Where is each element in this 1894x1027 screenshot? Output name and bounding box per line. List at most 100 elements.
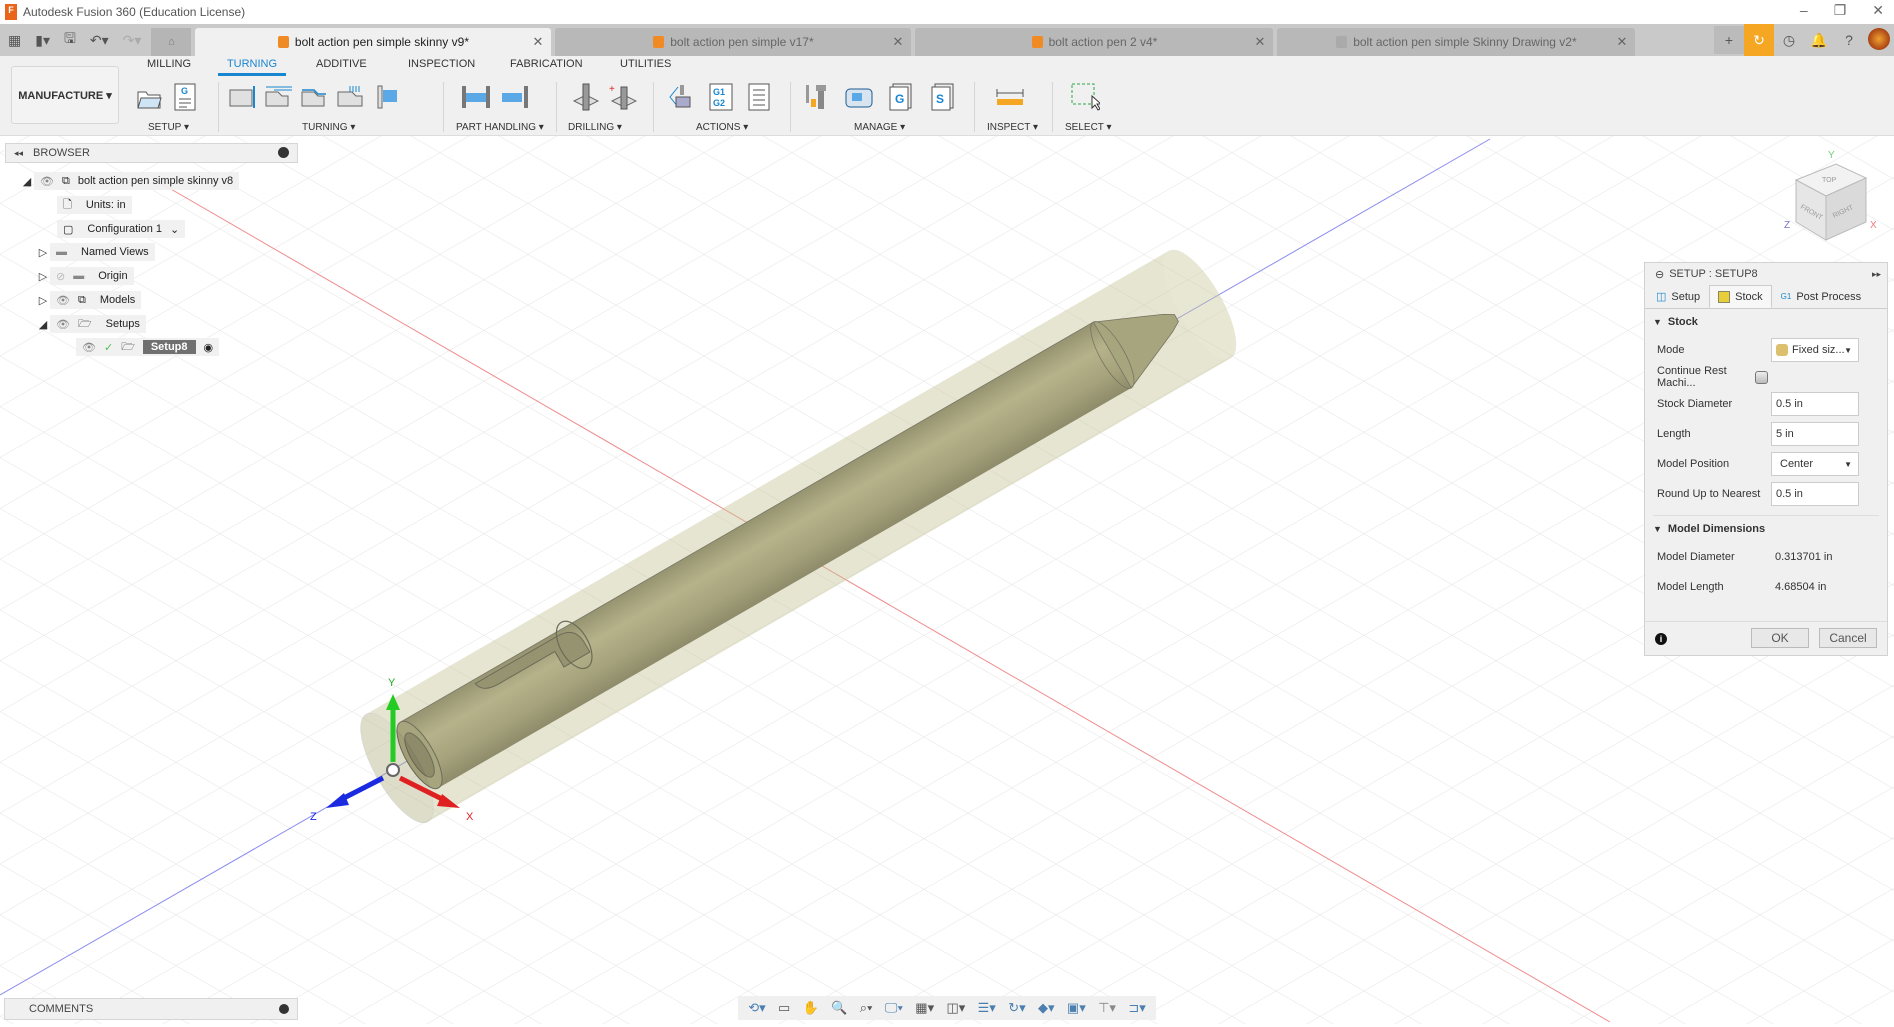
- tab-post-process[interactable]: G1 Post Process: [1772, 285, 1870, 308]
- tab-stock[interactable]: Stock: [1709, 285, 1772, 308]
- tool-library-icon[interactable]: [802, 82, 832, 112]
- tool-icon[interactable]: ⊤▾: [1098, 1000, 1116, 1016]
- environment-icon[interactable]: ▣▾: [1067, 1000, 1086, 1016]
- stock-section-header[interactable]: ▼ Stock: [1645, 309, 1887, 335]
- open-setup-icon[interactable]: [134, 82, 164, 112]
- continue-rest-checkbox[interactable]: [1755, 370, 1768, 384]
- part-transfer-icon[interactable]: [460, 82, 490, 112]
- length-input[interactable]: 5 in: [1771, 422, 1859, 446]
- active-radio-icon[interactable]: ◉: [204, 341, 214, 354]
- part-cutoff-icon[interactable]: [500, 82, 530, 112]
- browser-item-setups[interactable]: ◢ 👁 🗁 Setups: [36, 315, 146, 333]
- tab-document-3[interactable]: bolt action pen 2 v4* ✕: [915, 28, 1274, 56]
- file-menu-icon[interactable]: ▮▾: [35, 32, 50, 49]
- collapsed-triangle-icon[interactable]: ▷: [36, 294, 50, 307]
- viewports-icon[interactable]: ◫▾: [946, 1000, 965, 1016]
- nc-program-icon[interactable]: G: [170, 82, 200, 112]
- thread-icon[interactable]: +: [608, 82, 638, 112]
- inspect-group-label[interactable]: INSPECT ▾: [987, 122, 1038, 133]
- eye-icon[interactable]: 👁: [56, 318, 70, 331]
- setup-group-label[interactable]: SETUP ▾: [148, 122, 189, 133]
- machine-library-icon[interactable]: [844, 82, 874, 112]
- tab-setup[interactable]: ◫ Setup: [1647, 285, 1709, 308]
- drilling-group-label[interactable]: DRILLING ▾: [568, 122, 622, 133]
- turning-face-icon[interactable]: [228, 82, 258, 112]
- actions-group-label[interactable]: ACTIONS ▾: [696, 122, 748, 133]
- display-settings-icon[interactable]: 🖵▾: [885, 1000, 903, 1016]
- template-library-icon[interactable]: S: [928, 82, 958, 112]
- tab-utilities[interactable]: UTILITIES: [620, 58, 671, 70]
- expanded-triangle-icon[interactable]: ◢: [20, 175, 34, 188]
- select-group-label[interactable]: SELECT ▾: [1065, 122, 1112, 133]
- eye-icon[interactable]: 👁: [82, 341, 96, 354]
- tab-document-1[interactable]: bolt action pen simple skinny v9* ✕: [195, 28, 552, 56]
- zoom-icon[interactable]: 🔍: [831, 1000, 847, 1016]
- drill-icon[interactable]: [570, 82, 600, 112]
- visibility-icon[interactable]: ◆▾: [1038, 1000, 1055, 1016]
- browser-item-setup8[interactable]: 👁 ✓ 🗁 Setup8 ◉: [76, 338, 220, 356]
- collapsed-triangle-icon[interactable]: ▷: [36, 246, 50, 259]
- comments-bar[interactable]: COMMENTS: [4, 998, 298, 1020]
- browser-item-units[interactable]: 🗋 Units: in: [57, 196, 132, 214]
- close-tab-icon[interactable]: ✕: [533, 34, 544, 50]
- undo-icon[interactable]: ↶▾: [90, 32, 109, 49]
- tab-fabrication[interactable]: FABRICATION: [510, 58, 583, 70]
- clock-icon[interactable]: ◷: [1774, 32, 1804, 49]
- canvas-scene[interactable]: Y X Z TOP FRONT RIGHT Y Z X: [0, 136, 1894, 1024]
- setup-sheet-icon[interactable]: [744, 82, 774, 112]
- collapse-browser-icon[interactable]: ◂◂: [14, 148, 23, 159]
- restore-button[interactable]: ❐: [1834, 2, 1847, 19]
- close-tab-icon[interactable]: ✕: [893, 34, 904, 50]
- save-icon[interactable]: 🖫: [64, 28, 76, 52]
- eye-icon[interactable]: 👁: [56, 294, 70, 307]
- chevron-down-icon[interactable]: ⌄: [170, 223, 179, 236]
- tab-milling[interactable]: MILLING: [147, 58, 191, 70]
- eye-hidden-icon[interactable]: ⊘: [56, 270, 65, 283]
- minimize-button[interactable]: –: [1800, 2, 1808, 19]
- help-icon[interactable]: ?: [1834, 32, 1864, 48]
- grid-settings-icon[interactable]: ▦▾: [915, 1000, 934, 1016]
- browser-item-origin[interactable]: ▷ ⊘ ▬ Origin: [36, 267, 134, 285]
- close-tab-icon[interactable]: ✕: [1255, 34, 1266, 50]
- dialog-minus-icon[interactable]: ⊖: [1655, 268, 1664, 281]
- browser-header[interactable]: ◂◂ BROWSER: [5, 143, 298, 163]
- minimize-browser-icon[interactable]: [278, 147, 289, 158]
- app-grid-icon[interactable]: ▦: [8, 32, 21, 49]
- turning-part-icon[interactable]: [372, 82, 402, 112]
- workspace-switcher[interactable]: MANUFACTURE ▾: [11, 66, 119, 124]
- model-dimensions-header[interactable]: ▼ Model Dimensions: [1645, 516, 1887, 542]
- new-tab-icon[interactable]: +: [1714, 26, 1744, 54]
- notifications-icon[interactable]: 🔔: [1804, 32, 1834, 49]
- info-icon[interactable]: i: [1655, 632, 1667, 645]
- orbit-icon[interactable]: ⟲▾: [748, 1000, 765, 1016]
- mode-select[interactable]: Fixed siz... ▼: [1771, 338, 1859, 362]
- post-process-icon[interactable]: G1 G2: [706, 82, 736, 112]
- 3d-viewport[interactable]: Y X Z TOP FRONT RIGHT Y Z X: [0, 136, 1894, 1024]
- tab-additive[interactable]: ADDITIVE: [316, 58, 367, 70]
- home-button[interactable]: ⌂: [151, 28, 192, 56]
- close-tab-icon[interactable]: ✕: [1617, 34, 1628, 50]
- refresh-icon[interactable]: ↻▾: [1008, 1000, 1025, 1016]
- part-handling-group-label[interactable]: PART HANDLING ▾: [456, 122, 544, 133]
- add-comment-icon[interactable]: [279, 1004, 289, 1014]
- measure-icon[interactable]: [995, 82, 1025, 112]
- expanded-triangle-icon[interactable]: ◢: [36, 318, 50, 331]
- browser-item-configuration[interactable]: ▢ Configuration 1 ⌄: [57, 220, 186, 238]
- tab-turning[interactable]: TURNING: [218, 58, 286, 76]
- simulate-icon[interactable]: [668, 82, 698, 112]
- manage-group-label[interactable]: MANAGE ▾: [854, 122, 905, 133]
- avatar[interactable]: [1864, 27, 1894, 53]
- turning-profile-finishing-icon[interactable]: [300, 82, 330, 112]
- turning-group-label[interactable]: TURNING ▾: [302, 122, 355, 133]
- tab-inspection[interactable]: INSPECTION: [408, 58, 475, 70]
- fit-icon[interactable]: ⌕▾: [860, 1000, 873, 1016]
- tab-document-4[interactable]: bolt action pen simple Skinny Drawing v2…: [1277, 28, 1636, 56]
- post-library-icon[interactable]: G: [886, 82, 916, 112]
- job-status-icon[interactable]: ↻: [1744, 24, 1774, 56]
- stock-display-icon[interactable]: ⊐▾: [1128, 1000, 1145, 1016]
- origin-point-icon[interactable]: [386, 763, 400, 777]
- pan-icon[interactable]: ✋: [803, 1000, 819, 1016]
- tab-document-2[interactable]: bolt action pen simple v17* ✕: [555, 28, 912, 56]
- turning-profile-roughing-icon[interactable]: [264, 82, 294, 112]
- ok-button[interactable]: OK: [1751, 628, 1809, 648]
